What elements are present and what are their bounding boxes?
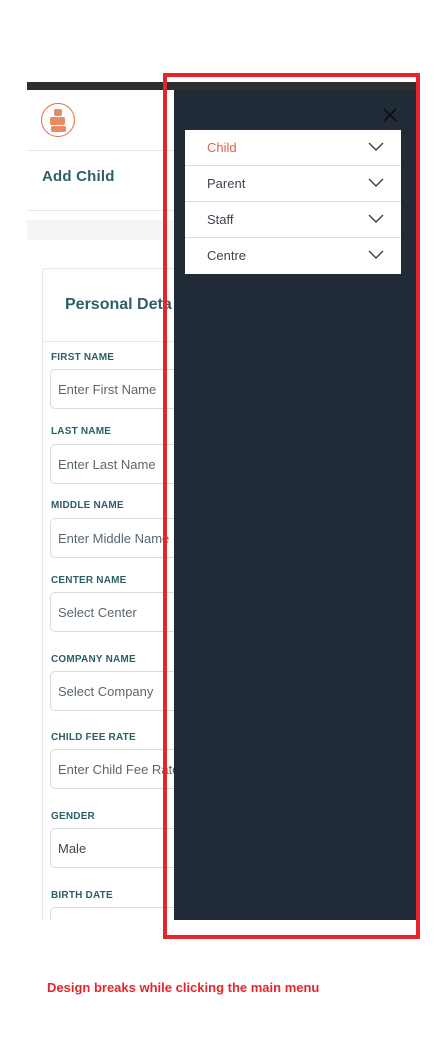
gender-label: GENDER	[51, 811, 95, 822]
middle-name-input[interactable]: Enter Middle Name	[50, 518, 174, 558]
page-title: Add Child	[42, 168, 115, 185]
company-placeholder: Select Company	[58, 684, 154, 699]
company-select[interactable]: Select Company	[50, 671, 174, 711]
last-name-placeholder: Enter Last Name	[58, 457, 156, 472]
child-fee-rate-input[interactable]: Enter Child Fee Rate	[50, 749, 174, 789]
child-fee-rate-placeholder: Enter Child Fee Rate	[58, 762, 174, 777]
company-name-label: COMPANY NAME	[51, 654, 136, 665]
middle-name-label: MIDDLE NAME	[51, 500, 124, 511]
annotation-highlight-box	[163, 73, 420, 939]
first-name-label: FIRST NAME	[51, 352, 115, 363]
birth-date-label: BIRTH DATE	[51, 890, 113, 901]
last-name-input[interactable]: Enter Last Name	[50, 444, 174, 484]
birth-date-input[interactable]	[50, 907, 174, 920]
title-divider	[27, 210, 174, 211]
middle-name-placeholder: Enter Middle Name	[58, 531, 170, 546]
center-name-label: CENTER NAME	[51, 575, 127, 586]
content-background	[27, 220, 174, 240]
header-divider	[27, 150, 174, 151]
child-fee-rate-label: CHILD FEE RATE	[51, 732, 136, 743]
app-page: Add Child Personal Deta FIRST NAME Enter…	[27, 90, 174, 920]
gender-value: Male	[58, 841, 87, 856]
center-select[interactable]: Select Center	[50, 592, 174, 632]
first-name-input[interactable]: Enter First Name	[50, 369, 174, 409]
logo-icon[interactable]	[41, 103, 75, 137]
first-name-placeholder: Enter First Name	[58, 382, 157, 397]
center-placeholder: Select Center	[58, 605, 137, 620]
annotation-caption: Design breaks while clicking the main me…	[47, 980, 320, 995]
section-title: Personal Deta	[65, 296, 172, 313]
section-divider	[43, 341, 174, 342]
gender-select[interactable]: Male	[50, 828, 174, 868]
last-name-label: LAST NAME	[51, 426, 112, 437]
